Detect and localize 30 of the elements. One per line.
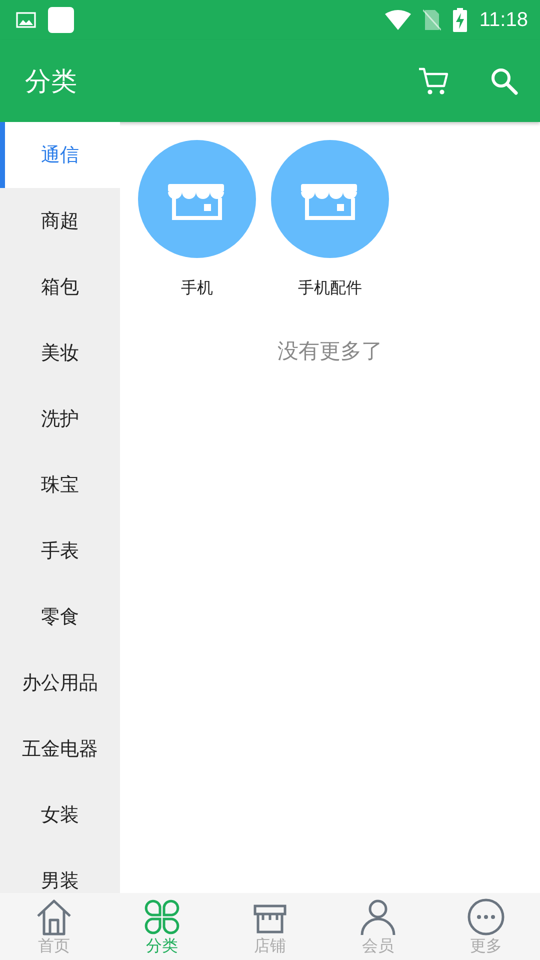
clock: 11:18 [479, 8, 528, 32]
person-icon [359, 898, 397, 936]
category-label[interactable]: 手机配件 [298, 278, 362, 299]
category-label[interactable]: 手机 [181, 278, 213, 299]
category-tab[interactable]: 男装 [0, 848, 120, 893]
image-icon [16, 12, 36, 28]
search-icon[interactable] [490, 67, 518, 95]
category-tab[interactable]: 通信 [0, 122, 120, 188]
no-more-text: 没有更多了 [276, 338, 384, 365]
grid-icon [143, 898, 181, 936]
battery-charging-icon [453, 8, 468, 32]
category-tab[interactable]: 五金电器 [0, 716, 120, 782]
category-tab[interactable]: 手表 [0, 518, 120, 584]
page-title: 分类 [25, 66, 77, 98]
store-icon[interactable] [271, 140, 389, 258]
category-tab[interactable]: 零食 [0, 584, 120, 650]
house-icon [35, 898, 73, 936]
category-tab[interactable]: 美妆 [0, 320, 120, 386]
category-tab[interactable]: 珠宝 [0, 452, 120, 518]
more-icon [467, 898, 505, 936]
app-icon [48, 7, 74, 33]
category-tab[interactable]: 办公用品 [0, 650, 120, 716]
category-tab[interactable]: 洗护 [0, 386, 120, 452]
category-tab[interactable]: 女装 [0, 782, 120, 848]
category-tab[interactable]: 箱包 [0, 254, 120, 320]
wifi-icon [385, 10, 412, 30]
cart-icon[interactable] [418, 66, 450, 96]
store-icon[interactable] [138, 140, 256, 258]
category-tab[interactable]: 商超 [0, 188, 120, 254]
no-sim-icon [423, 9, 442, 31]
